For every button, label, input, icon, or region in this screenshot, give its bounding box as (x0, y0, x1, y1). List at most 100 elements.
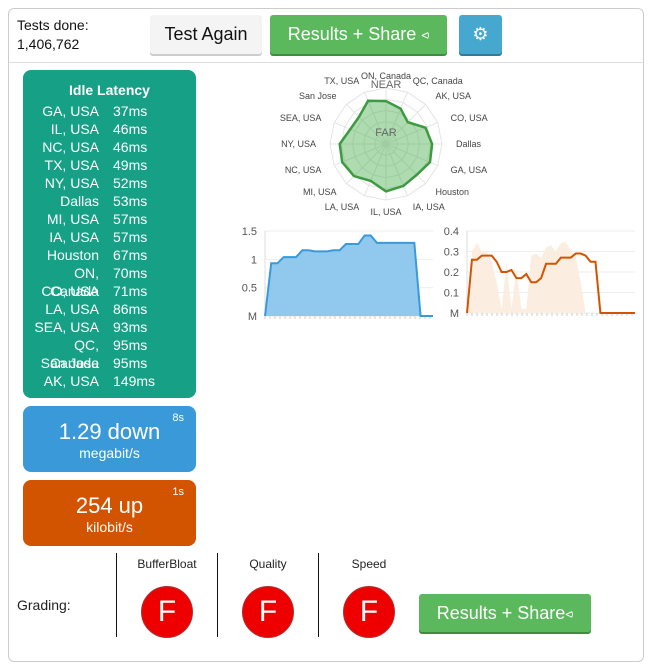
settings-button[interactable]: ⚙ (459, 15, 502, 54)
divider (9, 62, 643, 63)
server-name: San Jose (40, 355, 99, 371)
server-name: ON, Canada (49, 265, 99, 299)
download-chart: 1.5 1 0.5 M (242, 226, 433, 323)
server-name: SEA, USA (34, 319, 99, 335)
radar-axis-label: AK, USA (435, 91, 471, 101)
latency-row: IL, USA 46ms (23, 120, 196, 138)
results-share-button[interactable]: Results + Share ⪦ (270, 15, 447, 54)
test-again-button[interactable]: Test Again (150, 15, 262, 54)
radar-axis-label: IL, USA (370, 207, 401, 217)
server-name: GA, USA (42, 103, 99, 119)
grade-badge: F (141, 586, 193, 638)
latency-value: 57ms (113, 211, 148, 227)
download-speed-box: 8s 1.29 down megabit/s (23, 406, 196, 472)
latency-row: Dallas 53ms (23, 192, 196, 210)
far-label: FAR (375, 127, 396, 139)
latency-value: 49ms (113, 157, 148, 173)
radar-axis-label: LA, USA (325, 202, 360, 212)
y-tick-label: 0.3 (444, 247, 459, 259)
latency-value: 93ms (113, 319, 148, 335)
latency-row: TX, USA 49ms (23, 156, 196, 174)
server-name: IL, USA (50, 121, 99, 137)
latency-row: QC, Canada 95ms (23, 336, 196, 371)
latency-row: NY, USA 52ms (23, 174, 196, 192)
server-name: TX, USA (44, 157, 99, 173)
idle-latency-title: Idle Latency (69, 82, 150, 98)
radar-axis-label: IA, USA (413, 202, 445, 212)
latency-value: 46ms (113, 121, 148, 137)
radar-axis-label: GA, USA (451, 165, 488, 175)
latency-row: GA, USA 37ms (23, 102, 196, 120)
radar-axis-label: Dallas (456, 139, 482, 149)
upload-value: 254 up (75, 493, 144, 518)
server-name: QC, Canada (49, 337, 99, 371)
results-share-label: Results + Share (287, 24, 417, 44)
latency-value: 57ms (113, 229, 148, 245)
tests-done-label: Tests done: (17, 17, 89, 33)
server-name: LA, USA (45, 301, 99, 317)
server-name: Dallas (60, 193, 99, 209)
y-tick-label: 0.4 (444, 226, 459, 238)
upload-unit: kilobit/s (86, 519, 133, 535)
grading-label: Grading: (17, 597, 71, 613)
upload-chart: 0.4 0.3 0.2 0.1 M (444, 226, 635, 320)
y-tick-label: M (450, 308, 459, 320)
y-tick-label: 1.5 (242, 226, 257, 238)
latency-value: 95ms (113, 355, 148, 371)
y-tick-label: 0.2 (444, 267, 459, 279)
grade-badge: F (343, 586, 395, 638)
latency-value: 86ms (113, 301, 148, 317)
radar-axis-label: CO, USA (451, 113, 488, 123)
server-name: MI, USA (46, 211, 99, 227)
latency-radar-chart: ON, CanadaQC, CanadaAK, USACO, USADallas… (280, 71, 488, 217)
radar-axis-label: NC, USA (285, 165, 322, 175)
download-area (265, 235, 433, 316)
radar-axis-label: San Jose (299, 91, 337, 101)
share-icon: ⪦ (421, 26, 430, 42)
latency-value: 95ms (113, 337, 148, 353)
grade-title: Speed (351, 557, 387, 571)
grade-title: BufferBloat (137, 557, 197, 571)
download-unit: megabit/s (79, 445, 140, 461)
server-name: NC, USA (42, 139, 99, 155)
upload-speed-box: 1s 254 up kilobit/s (23, 480, 196, 546)
y-tick-label: 0.1 (444, 288, 459, 300)
latency-row: ON, Canada 70ms (23, 264, 196, 299)
latency-value: 52ms (113, 175, 148, 191)
server-name: AK, USA (43, 373, 99, 389)
server-name: Houston (46, 247, 99, 263)
grade-title: Quality (249, 557, 287, 571)
grade-badge: F (242, 586, 294, 638)
tests-done-count: 1,406,762 (17, 36, 80, 52)
latency-value: 46ms (113, 139, 148, 155)
download-time: 8s (172, 412, 184, 424)
radar-axis-label: Houston (435, 187, 469, 197)
upload-background-area (467, 241, 635, 313)
latency-row: AK, USA 149ms (23, 372, 196, 390)
latency-value: 53ms (113, 193, 148, 209)
tests-done: Tests done: 1,406,762 (17, 16, 89, 54)
y-tick-label: 1 (251, 254, 257, 266)
results-share-label: Results + Share (436, 602, 566, 623)
radar-axis-label: TX, USA (324, 76, 359, 86)
latency-row: MI, USA 57ms (23, 210, 196, 228)
latency-row: NC, USA 46ms (23, 138, 196, 156)
share-icon: ⪦ (565, 604, 574, 621)
latency-row: IA, USA 57ms (23, 228, 196, 246)
radar-axis-label: MI, USA (303, 187, 337, 197)
idle-latency-panel: Idle Latency GA, USA 37ms IL, USA 46ms NC, U… (23, 70, 196, 398)
y-tick-label: M (248, 311, 257, 323)
server-name: CO, USA (41, 283, 99, 299)
upload-time: 1s (172, 486, 184, 498)
latency-row: CO, USA 71ms (23, 282, 196, 300)
latency-value: 67ms (113, 247, 148, 263)
download-value: 1.29 down (58, 419, 161, 444)
y-tick-label: 0.5 (242, 283, 257, 295)
latency-value: 71ms (113, 283, 148, 299)
results-share-button-bottom[interactable]: Results + Share ⪦ (419, 594, 591, 632)
radar-axis-label: NY, USA (281, 139, 316, 149)
server-name: NY, USA (44, 175, 99, 191)
radar-axis-label: SEA, USA (280, 113, 322, 123)
near-label: NEAR (371, 79, 402, 91)
latency-row: SEA, USA 93ms (23, 318, 196, 336)
